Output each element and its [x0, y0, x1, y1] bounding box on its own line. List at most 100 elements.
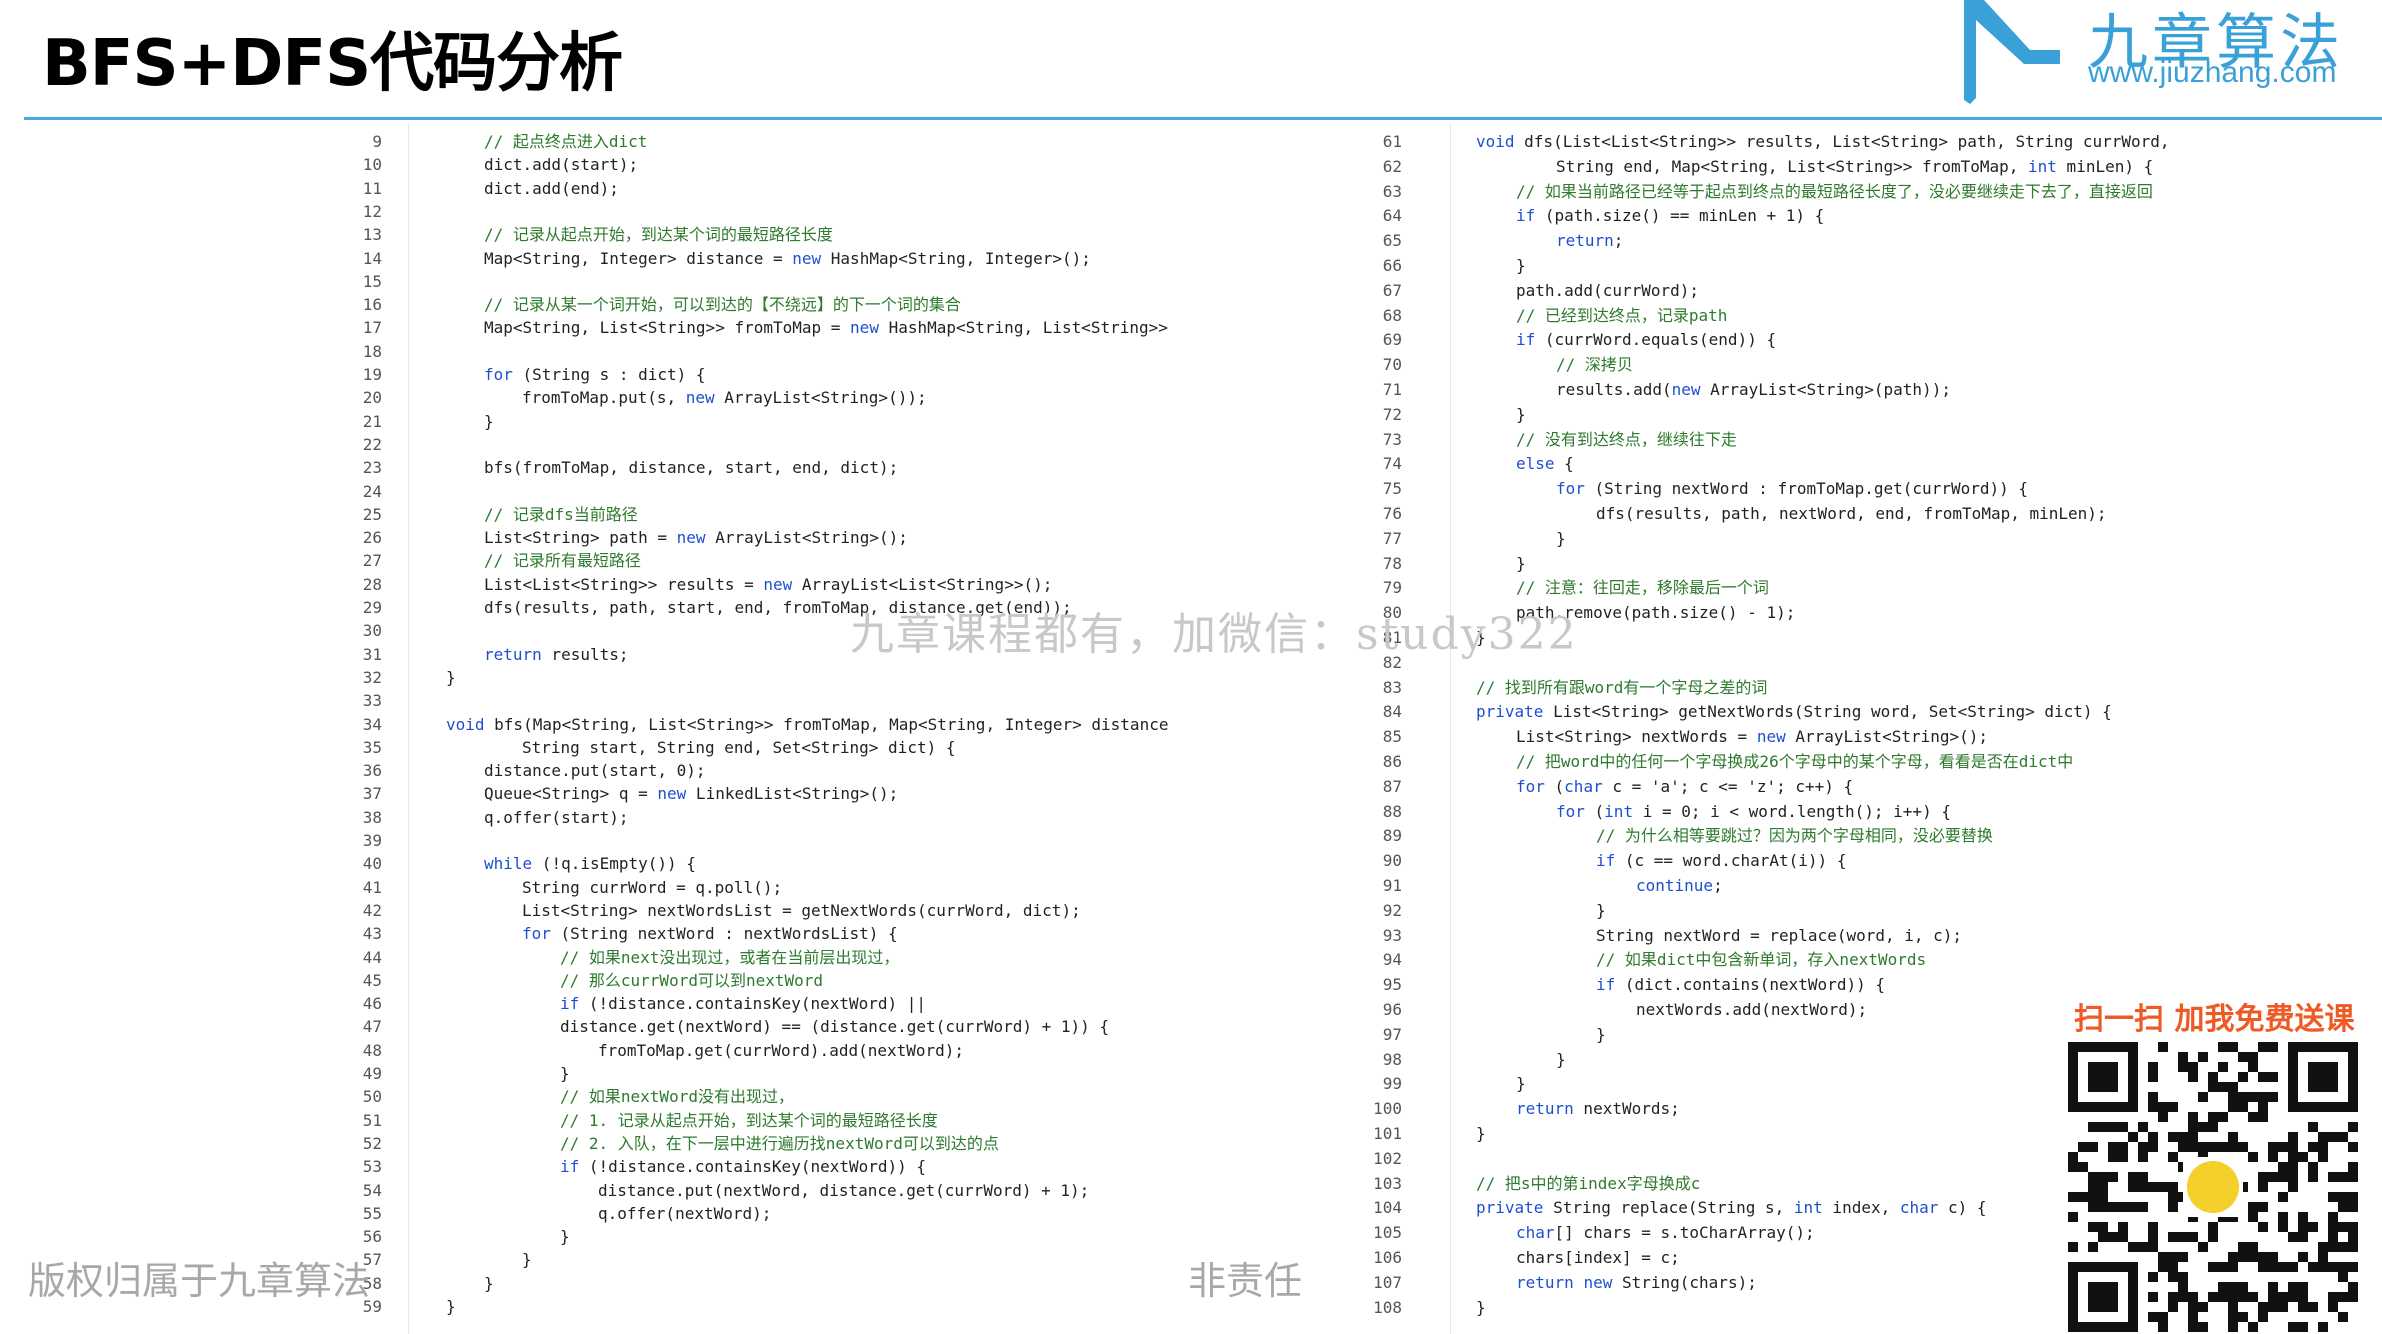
line-number: 50: [362, 1087, 382, 1107]
code-statement: distance.put(nextWord, distance.get(curr…: [598, 1180, 1090, 1200]
line-number: 94: [1382, 950, 1402, 970]
code-line: 55 q.offer(nextWord);: [330, 1202, 772, 1226]
line-number: 17: [362, 318, 382, 338]
code-statement: String end, Map<String, List<String>> fr…: [1556, 156, 2154, 176]
code-statement: String start, String end, Set<String> di…: [522, 737, 956, 757]
code-statement: private String replace(String s, int ind…: [1476, 1198, 1987, 1218]
line-number: 38: [362, 807, 382, 827]
code-line: 20 fromToMap.put(s, new ArrayList<String>…: [330, 386, 927, 410]
code-comment: // 如果nextWord没有出现过，: [560, 1087, 794, 1107]
code-comment: // 如果当前路径已经等于起点到终点的最短路径长度了，没必要继续走下去了，直接返…: [1516, 181, 2153, 201]
line-number: 42: [362, 900, 382, 920]
code-line: 66}: [1350, 254, 1526, 278]
code-line: 88 for (int i = 0; i < word.length(); i++…: [1350, 800, 1951, 824]
line-number: 108: [1373, 1297, 1402, 1317]
code-line: 105 char[] chars = s.toCharArray();: [1350, 1221, 1815, 1245]
code-line: 10 dict.add(start);: [330, 153, 638, 177]
code-line: 50 // 如果nextWord没有出现过，: [330, 1085, 794, 1109]
code-line: 68 // 已经到达终点，记录path: [1350, 304, 1728, 328]
code-statement: String nextWord = replace(word, i, c);: [1596, 925, 1963, 945]
code-statement: for (char c = 'a'; c <= 'z'; c++) {: [1516, 776, 1854, 796]
line-number: 72: [1382, 404, 1402, 424]
line-number: 77: [1382, 528, 1402, 548]
code-line: 51 // 1. 记录从起点开始，到达某个词的最短路径长度: [330, 1109, 938, 1133]
line-number: 86: [1382, 752, 1402, 771]
line-number: 53: [362, 1157, 382, 1177]
code-line: 100 return nextWords;: [1350, 1097, 1680, 1121]
code-statement: path.add(currWord);: [1516, 280, 1700, 300]
code-line: 43 for (String nextWord : nextWordsList) …: [330, 922, 898, 946]
code-statement: bfs(fromToMap, distance, start, end, dic…: [484, 458, 899, 478]
code-statement: }: [1556, 1049, 1566, 1069]
line-number: 73: [1382, 429, 1402, 449]
code-line: 69 if (currWord.equals(end)) {: [1350, 328, 1776, 352]
code-comment: // 深拷贝: [1556, 355, 1633, 375]
code-statement: return;: [1556, 231, 1624, 251]
code-line: 61 void dfs(List<List<String>> results, L…: [1350, 130, 2170, 154]
code-statement: void bfs(Map<String, List<String>> fromT…: [446, 714, 1170, 734]
line-number: 71: [1382, 380, 1402, 399]
promo-text: 扫一扫 加我免费送课: [2074, 1002, 2355, 1037]
code-comment: // 没有到达终点，继续往下走: [1516, 429, 1737, 449]
code-line: 19 for (String s : dict) {: [330, 363, 706, 387]
code-statement: }: [560, 1064, 570, 1083]
code-line: 99}: [1350, 1072, 1526, 1096]
line-number: 12: [362, 201, 382, 221]
line-number: 18: [362, 341, 382, 361]
line-number: 9: [372, 132, 382, 151]
line-number: 74: [1382, 454, 1402, 474]
code-statement: private List<String> getNextWords(String…: [1476, 702, 2112, 722]
line-number: 89: [1382, 826, 1402, 846]
title-divider: [24, 117, 2382, 120]
line-number: 102: [1373, 1148, 1402, 1168]
line-number: 46: [362, 994, 382, 1014]
line-number: 32: [362, 667, 382, 687]
code-line: 89 // 为什么相等要跳过？因为两个字母相同，没必要替换: [1350, 824, 1993, 848]
code-line: 106 chars[index] = c;: [1350, 1246, 1680, 1270]
code-line: 72}: [1350, 403, 1526, 427]
code-line: 91 continue;: [1350, 874, 1723, 898]
code-statement: while (!q.isEmpty()) {: [484, 854, 696, 874]
line-number: 30: [362, 621, 382, 641]
code-line: 28 List<List<String>> results = new Array…: [330, 573, 1053, 597]
line-number: 48: [362, 1040, 382, 1060]
code-statement: }: [484, 1273, 494, 1293]
code-line: 71 results.add(new ArrayList<String>(path…: [1350, 378, 1951, 402]
code-statement: }: [1516, 256, 1526, 275]
code-statement: if (dict.contains(nextWord)) {: [1596, 975, 1885, 995]
line-number: 76: [1382, 504, 1402, 523]
code-statement: if (!distance.containsKey(nextWord)) {: [560, 1157, 927, 1177]
code-line: 47 distance.get(nextWord) == (distance.ge…: [330, 1015, 1109, 1039]
code-statement: return new String(chars);: [1516, 1272, 1757, 1292]
code-line: 22: [330, 433, 382, 457]
line-number: 40: [362, 854, 382, 874]
code-statement: }: [446, 667, 456, 687]
code-statement: q.offer(start);: [484, 807, 629, 827]
code-statement: dfs(results, path, nextWord, end, fromTo…: [1596, 504, 2107, 523]
code-statement: List<String> path = new ArrayList<String…: [484, 528, 908, 548]
code-comment: // 已经到达终点，记录path: [1516, 305, 1728, 325]
code-comment: // 如果next没出现过，或者在当前层出现过，: [560, 947, 900, 967]
line-number: 54: [362, 1180, 382, 1200]
code-line: 65 return;: [1350, 229, 1624, 253]
code-line: 86 // 把word中的任何一个字母换成26个字母中的某个字母，看看是否在dic…: [1350, 750, 2074, 774]
code-line: 107 return new String(chars);: [1350, 1271, 1757, 1295]
line-number: 37: [362, 784, 382, 804]
code-line: 31 return results;: [330, 643, 629, 667]
code-line: 33: [330, 689, 382, 713]
line-number: 61: [1382, 132, 1402, 151]
line-number: 36: [362, 761, 382, 781]
line-number: 83: [1382, 677, 1402, 697]
line-number: 31: [362, 644, 382, 664]
code-line: 39: [330, 829, 382, 853]
code-statement: continue;: [1636, 876, 1723, 895]
line-number: 85: [1382, 727, 1402, 747]
code-line: 74 else {: [1350, 452, 1574, 476]
code-statement: if (!distance.containsKey(nextWord) ||: [560, 994, 927, 1014]
line-number: 66: [1382, 256, 1402, 275]
line-number: 29: [362, 598, 382, 617]
line-number: 20: [362, 388, 382, 408]
logo-url: www.jiuzhang.com: [2088, 56, 2337, 89]
code-line: 53 if (!distance.containsKey(nextWord)) {: [330, 1155, 926, 1179]
code-line: 97}: [1350, 1023, 1606, 1047]
